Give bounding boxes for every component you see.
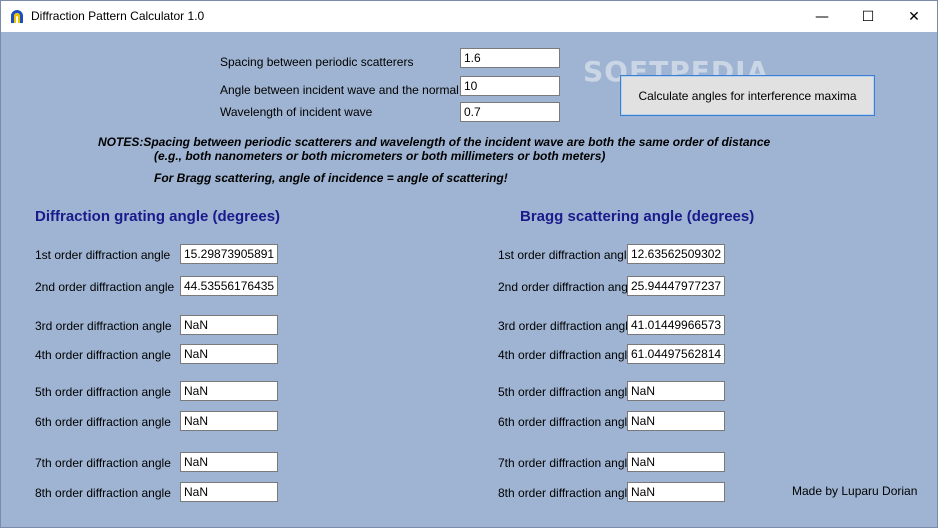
diffraction-order-1-label: 1st order diffraction angle [35, 248, 171, 262]
angle-label: Angle between incident wave and the norm… [220, 83, 459, 97]
calculate-button[interactable]: Calculate angles for interference maxima [620, 75, 875, 116]
diffraction-order-1-value[interactable] [180, 244, 278, 264]
bragg-order-6-label: 6th order diffraction angle [498, 415, 634, 429]
diffraction-order-8-label: 8th order diffraction angle [35, 486, 171, 500]
window-title: Diffraction Pattern Calculator 1.0 [31, 9, 205, 23]
app-window: Diffraction Pattern Calculator 1.0 — ☐ ✕… [0, 0, 938, 528]
bragg-order-2-label: 2nd order diffraction angle [498, 280, 638, 294]
bragg-order-3-value[interactable] [627, 315, 725, 335]
minimize-button[interactable]: — [799, 1, 845, 32]
bragg-order-6-value[interactable] [627, 411, 725, 431]
notes-line-3: For Bragg scattering, angle of incidence… [154, 171, 508, 185]
bragg-order-8-label: 8th order diffraction angle [498, 486, 634, 500]
diffraction-order-6-label: 6th order diffraction angle [35, 415, 171, 429]
bragg-heading: Bragg scattering angle (degrees) [520, 208, 755, 225]
bragg-order-7-value[interactable] [627, 452, 725, 472]
diffraction-order-6-value[interactable] [180, 411, 278, 431]
diffraction-order-8-value[interactable] [180, 482, 278, 502]
notes-line-2: (e.g., both nanometers or both micromete… [154, 149, 606, 163]
close-button[interactable]: ✕ [891, 1, 937, 32]
bragg-order-4-value[interactable] [627, 344, 725, 364]
spacing-label: Spacing between periodic scatterers [220, 55, 414, 69]
diffraction-order-2-label: 2nd order diffraction angle [35, 280, 175, 294]
bragg-order-5-label: 5th order diffraction angle [498, 385, 634, 399]
app-icon [11, 10, 23, 23]
bragg-order-7-label: 7th order diffraction angle [498, 456, 634, 470]
notes-line-1: NOTES:Spacing between periodic scatterer… [98, 135, 771, 149]
wavelength-label: Wavelength of incident wave [220, 105, 373, 119]
diffraction-order-4-value[interactable] [180, 344, 278, 364]
angle-input[interactable] [460, 76, 560, 96]
wavelength-input[interactable] [460, 102, 560, 122]
bragg-order-5-value[interactable] [627, 381, 725, 401]
diffraction-order-3-value[interactable] [180, 315, 278, 335]
bragg-order-2-value[interactable] [627, 276, 725, 296]
diffraction-heading: Diffraction grating angle (degrees) [35, 208, 281, 225]
bragg-order-1-value[interactable] [627, 244, 725, 264]
diffraction-order-2-value[interactable] [180, 276, 278, 296]
maximize-button[interactable]: ☐ [845, 1, 891, 32]
spacing-input[interactable] [460, 48, 560, 68]
credit-label: Made by Luparu Dorian [792, 484, 918, 498]
diffraction-order-7-value[interactable] [180, 452, 278, 472]
bragg-order-1-label: 1st order diffraction angle [498, 248, 634, 262]
diffraction-order-3-label: 3rd order diffraction angle [35, 319, 172, 333]
diffraction-order-5-label: 5th order diffraction angle [35, 385, 171, 399]
diffraction-order-7-label: 7th order diffraction angle [35, 456, 171, 470]
bragg-order-3-label: 3rd order diffraction angle [498, 319, 635, 333]
diffraction-order-5-value[interactable] [180, 381, 278, 401]
bragg-order-8-value[interactable] [627, 482, 725, 502]
bragg-order-4-label: 4th order diffraction angle [498, 348, 634, 362]
title-bar[interactable]: Diffraction Pattern Calculator 1.0 — ☐ ✕ [1, 1, 937, 32]
diffraction-order-4-label: 4th order diffraction angle [35, 348, 171, 362]
